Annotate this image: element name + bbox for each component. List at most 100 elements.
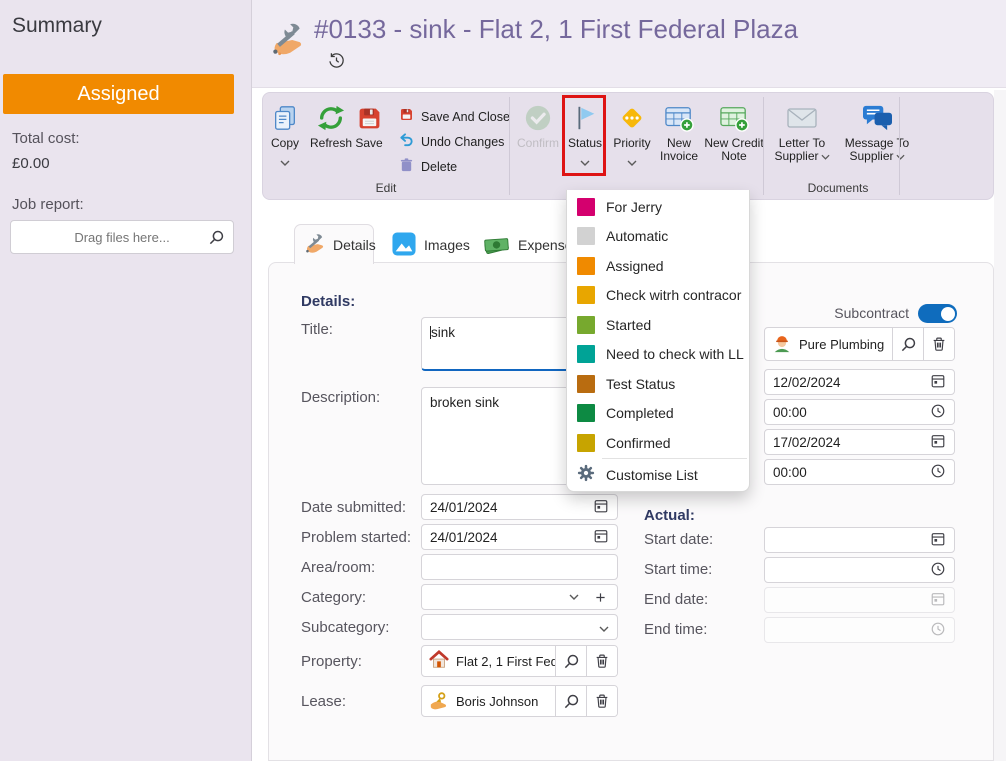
job-report-dropzone[interactable] (10, 220, 234, 254)
property-picker[interactable]: Flat 2, 1 First Fede (421, 645, 618, 677)
total-cost-value: £0.00 (12, 155, 50, 172)
save-icon (356, 101, 383, 135)
status-menu-item[interactable]: Test Status (567, 369, 749, 399)
delete-button[interactable]: Delete (399, 156, 457, 178)
new-credit-note-button[interactable]: New Credit Note (703, 97, 765, 181)
problem-started-label: Problem started: (301, 529, 412, 546)
clock-icon (930, 621, 946, 640)
status-menu-item-label: Assigned (606, 257, 664, 274)
search-icon[interactable] (892, 328, 923, 360)
tab-images[interactable]: Images (392, 230, 472, 260)
trash-icon[interactable] (586, 686, 617, 716)
actual-end-date-field (764, 587, 955, 613)
calendar-icon[interactable] (930, 373, 946, 392)
calendar-icon[interactable] (930, 433, 946, 452)
status-button[interactable]: Status (563, 97, 607, 181)
job-wrench-icon (268, 20, 306, 63)
status-menu-item[interactable]: Automatic (567, 222, 749, 252)
chevron-down-icon (895, 150, 905, 163)
clock-icon[interactable] (930, 403, 946, 422)
actual-start-time-field[interactable] (764, 557, 955, 583)
status-label: Status (567, 136, 603, 150)
copy-button[interactable]: Copy (263, 97, 307, 181)
status-color-swatch (577, 315, 595, 334)
new-invoice-label: New Invoice (659, 136, 699, 163)
save-and-close-button[interactable]: Save And Close (399, 106, 510, 128)
area-room-field[interactable] (421, 554, 618, 580)
subcontract-toggle[interactable] (918, 304, 957, 323)
subcontract-end-time-field[interactable]: 00:00 (764, 459, 955, 485)
job-report-input[interactable] (11, 221, 233, 253)
category-label: Category: (301, 589, 367, 606)
status-menu-item[interactable]: Confirmed (567, 428, 749, 458)
calendar-icon[interactable] (593, 528, 609, 547)
subcategory-field[interactable] (421, 614, 618, 640)
subcontract-start-time-field[interactable]: 00:00 (764, 399, 955, 425)
status-menu-item[interactable]: Completed (567, 399, 749, 429)
tab-expenses[interactable]: Expenses (482, 230, 579, 260)
status-menu-item[interactable]: For Jerry (567, 192, 749, 222)
status-menu-item[interactable]: Assigned (567, 251, 749, 281)
status-badge-button[interactable]: Assigned (3, 74, 234, 114)
subcontract-start-date-field[interactable]: 12/02/2024 (764, 369, 955, 395)
lease-picker[interactable]: Boris Johnson (421, 685, 618, 717)
calendar-icon[interactable] (930, 531, 946, 550)
tab-details[interactable]: Details (294, 224, 376, 264)
save-label: Save (355, 136, 383, 150)
clock-icon[interactable] (930, 463, 946, 482)
problem-started-field[interactable]: 24/01/2024 (421, 524, 618, 550)
letter-to-supplier-label: Letter To Supplier (769, 137, 835, 163)
chevron-down-icon[interactable] (599, 620, 609, 635)
status-menu-item[interactable]: Started (567, 310, 749, 340)
date-submitted-label: Date submitted: (301, 499, 407, 516)
new-invoice-button[interactable]: New Invoice (655, 97, 703, 181)
chat-bubbles-icon (862, 101, 893, 135)
images-tab-icon (392, 231, 416, 259)
new-invoice-icon (664, 101, 694, 135)
customise-list-item[interactable]: Customise List (567, 459, 749, 491)
search-icon[interactable] (208, 229, 225, 251)
date-submitted-field[interactable]: 24/01/2024 (421, 494, 618, 520)
message-to-supplier-button[interactable]: Message To Supplier (839, 97, 915, 181)
undo-changes-label: Undo Changes (421, 135, 505, 149)
status-dropdown-menu: For Jerry Automatic Assigned Check witrh… (566, 190, 750, 492)
trash-icon[interactable] (923, 328, 954, 360)
group-separator (509, 97, 510, 195)
app-window: Summary Assigned Total cost: £0.00 Job r… (0, 0, 1006, 761)
images-tab-label: Images (424, 237, 470, 253)
actual-section-header: Actual: (644, 507, 695, 524)
search-icon[interactable] (555, 646, 586, 676)
actual-end-date-label: End date: (644, 591, 709, 608)
letter-to-supplier-button[interactable]: Letter To Supplier (769, 97, 835, 181)
priority-icon (618, 101, 646, 135)
area-room-label: Area/room: (301, 559, 376, 576)
status-menu-item[interactable]: Need to check with LL (567, 340, 749, 370)
chevron-down-icon (280, 153, 290, 171)
chevron-down-icon[interactable] (561, 594, 587, 600)
worker-icon (772, 333, 792, 356)
save-button[interactable]: Save (347, 97, 391, 181)
toggle-knob (940, 306, 955, 321)
add-category-button[interactable] (587, 592, 613, 603)
actual-start-date-label: Start date: (644, 531, 714, 548)
undo-icon (399, 132, 414, 152)
category-field[interactable] (421, 584, 618, 610)
status-menu-item[interactable]: Check witrh contracor (567, 281, 749, 311)
refresh-icon (317, 101, 345, 135)
ribbon-toolbar: Copy Refresh Save Save And Close Undo Ch… (262, 92, 994, 200)
status-color-swatch (577, 286, 595, 305)
status-menu-item-label: Test Status (606, 375, 676, 392)
search-icon[interactable] (555, 686, 586, 716)
undo-changes-button[interactable]: Undo Changes (399, 131, 504, 153)
status-menu-item-label: Completed (606, 405, 674, 422)
summary-sidebar: Summary Assigned Total cost: £0.00 Job r… (0, 0, 252, 761)
supplier-picker[interactable]: Pure Plumbing (764, 327, 955, 361)
priority-button[interactable]: Priority (609, 97, 655, 181)
gear-icon (577, 464, 595, 485)
actual-start-date-field[interactable] (764, 527, 955, 553)
clock-icon[interactable] (930, 561, 946, 580)
history-icon[interactable] (328, 52, 345, 74)
calendar-icon[interactable] (593, 498, 609, 517)
trash-icon[interactable] (586, 646, 617, 676)
subcontract-end-date-field[interactable]: 17/02/2024 (764, 429, 955, 455)
